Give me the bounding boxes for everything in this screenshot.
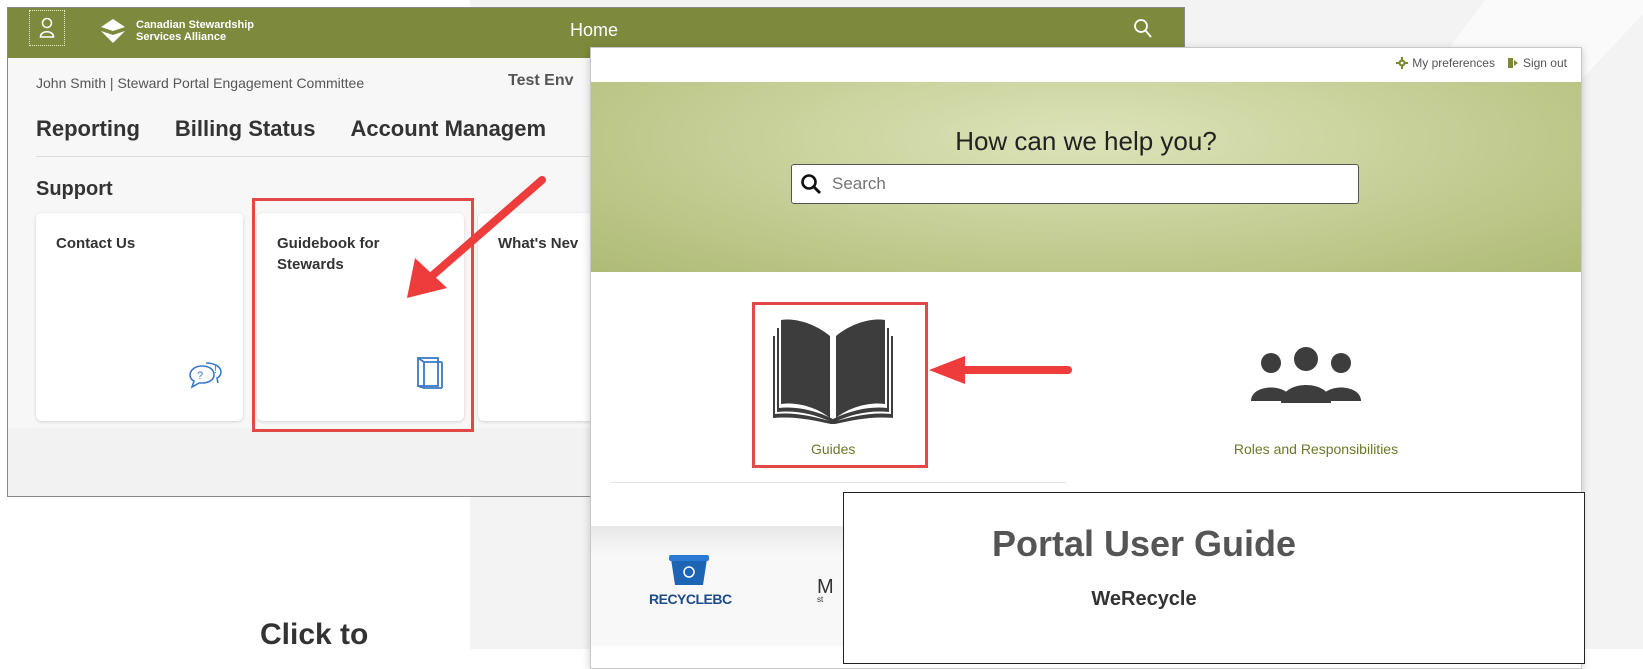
page-title: Home <box>570 20 619 40</box>
recyclebc-text: RECYCLEBC <box>649 591 732 607</box>
category-label: Roles and Responsibilities <box>1233 441 1399 457</box>
feedback-icon: ? ! <box>189 362 222 389</box>
brand-line-2: Services Alliance <box>136 31 227 43</box>
guide-document-window: Portal User Guide WeRecycle <box>843 492 1585 664</box>
tile-contact-us[interactable]: Contact Us ? ! <box>36 213 243 421</box>
category-roles[interactable]: Roles and Responsibilities <box>1201 308 1431 468</box>
support-section-title: Support <box>36 178 113 200</box>
user-profile-button[interactable] <box>29 10 65 46</box>
nav-account-management[interactable]: Account Managem <box>350 116 546 142</box>
svg-text:?: ? <box>197 370 203 382</box>
annotation-arrow <box>929 356 1072 384</box>
category-divider <box>611 482 1066 483</box>
preferences-label: My preferences <box>1412 56 1495 70</box>
user-info: John Smith | Steward Portal Engagement C… <box>36 75 365 91</box>
annotation-arrow <box>407 176 546 298</box>
brand-name: Canadian Stewardship Services Alliance <box>136 19 254 43</box>
preferences-link[interactable]: My preferences <box>1396 56 1495 70</box>
gear-icon <box>1396 57 1409 69</box>
caption-text: Click to <box>260 618 369 651</box>
sign-out-icon <box>1507 58 1518 68</box>
search-field[interactable] <box>791 164 1359 204</box>
environment-label: Test Env <box>508 72 574 89</box>
partial-logo: M st <box>817 576 834 604</box>
document-title: Portal User Guide <box>991 523 1297 564</box>
brand[interactable]: Canadian Stewardship Services Alliance <box>100 18 254 44</box>
hero-title: How can we help you? <box>955 126 1217 156</box>
account-links: My preferences Sign out <box>1396 56 1567 70</box>
nav-reporting[interactable]: Reporting <box>36 116 140 142</box>
svg-text:!: ! <box>214 365 217 376</box>
nav-billing-status[interactable]: Billing Status <box>175 116 316 142</box>
brand-line-1: Canadian Stewardship <box>136 19 254 31</box>
signout-label: Sign out <box>1522 56 1567 70</box>
people-group-icon <box>1251 347 1361 403</box>
csa-logo-icon <box>101 19 125 43</box>
search-hero: How can we help you? <box>591 82 1581 272</box>
search-input[interactable] <box>830 173 1334 195</box>
recycling-bin-icon <box>669 555 709 585</box>
signout-link[interactable]: Sign out <box>1507 56 1567 70</box>
user-icon <box>39 17 55 38</box>
recyclebc-logo[interactable]: RECYCLEBC <box>649 553 732 613</box>
document-subtitle: WeRecycle <box>1091 588 1197 610</box>
tile-label: Contact Us <box>56 235 136 252</box>
nav-divider <box>36 156 636 157</box>
main-nav: Reporting Billing Status Account Managem <box>36 116 546 142</box>
search-icon <box>801 174 822 195</box>
guides-highlight <box>752 302 928 468</box>
search-icon[interactable] <box>1133 18 1153 40</box>
